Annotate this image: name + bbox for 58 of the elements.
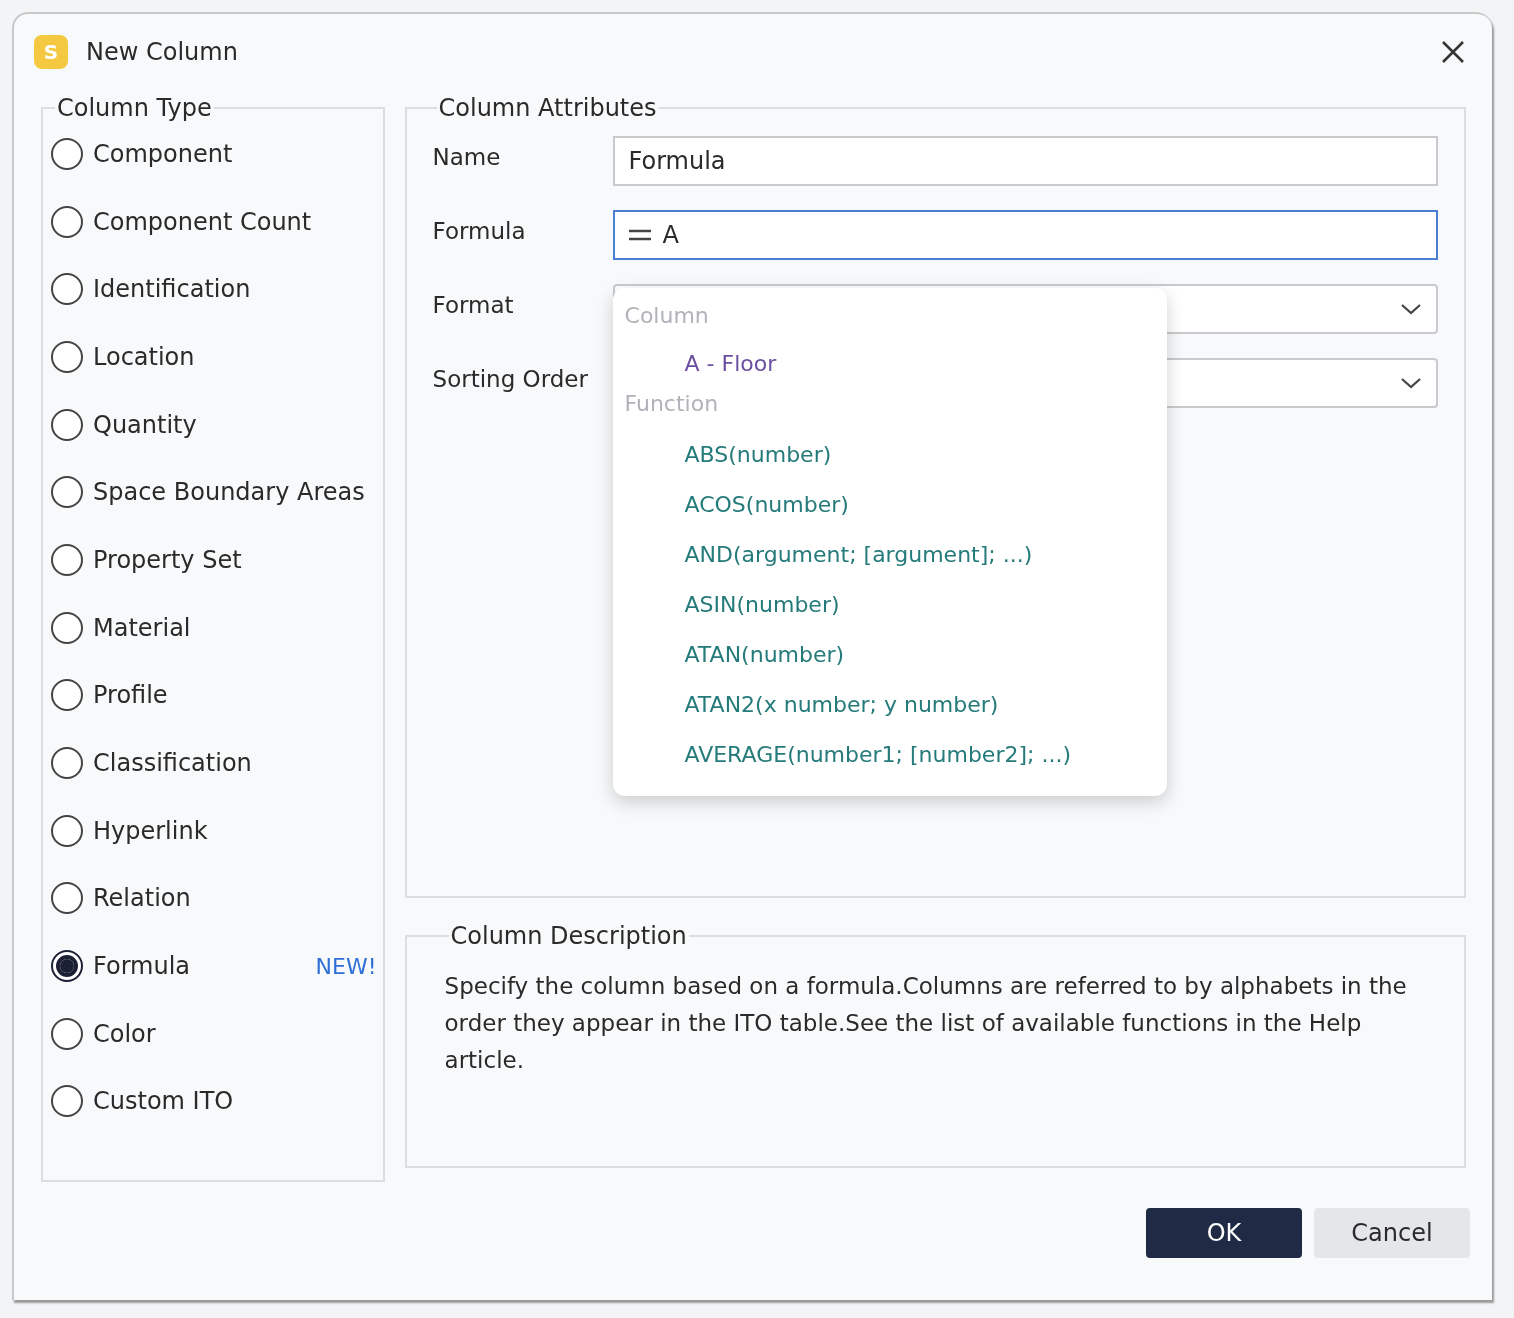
radio-button[interactable] (51, 1017, 83, 1050)
equals-icon (628, 228, 651, 242)
radio-label[interactable]: Profile (93, 677, 168, 714)
radio-button[interactable] (51, 543, 83, 576)
function-suggestion[interactable]: ATAN2(x number; y number) (612, 680, 1167, 730)
radio-label[interactable]: Custom ITO (93, 1083, 234, 1120)
radio-label[interactable]: Hyperlink (93, 812, 208, 849)
radio-button[interactable] (51, 1085, 83, 1118)
function-suggestion[interactable]: ABS(number) (612, 430, 1167, 480)
group-title: Column Attributes (437, 93, 658, 124)
radio-button[interactable] (51, 273, 83, 306)
group-title: Column Type (56, 93, 213, 124)
field-label: Name (432, 142, 502, 172)
window-title: New Column (86, 37, 238, 68)
radio-button[interactable] (51, 340, 83, 373)
radio-button[interactable] (51, 882, 83, 915)
radio-label[interactable]: Property Set (93, 541, 242, 578)
description-text: Specify the column based on a formula.Columns are referred to by alphabets in the order they appear in the ITO table.See the list of available functions in the Help article. (444, 972, 1408, 1075)
radio-label[interactable]: Color (93, 1015, 156, 1052)
chevron-down-icon (1400, 376, 1422, 390)
radio-label[interactable]: Formula (93, 948, 191, 985)
function-suggestion[interactable]: ASIN(number) (612, 580, 1167, 630)
radio-label[interactable]: Component Count (93, 203, 312, 240)
radio-label[interactable]: Location (93, 338, 195, 375)
radio-button[interactable] (51, 408, 83, 441)
radio-button[interactable] (51, 205, 83, 238)
radio-label[interactable]: Relation (93, 880, 191, 917)
radio-label[interactable]: Identification (93, 271, 251, 308)
group-title: Column Description (449, 921, 688, 952)
field-label: Formula (432, 216, 527, 246)
column-suggestion[interactable]: A - Floor (612, 342, 1167, 386)
field-label: Sorting Order (432, 364, 589, 394)
radio-button[interactable] (51, 137, 83, 170)
function-suggestion[interactable]: ACOS(number) (612, 480, 1167, 530)
function-suggestion[interactable]: AVERAGE(number1; [number2]; ...) (612, 730, 1167, 780)
radio-label[interactable]: Quantity (93, 406, 197, 443)
function-suggestion[interactable]: ATAN(number) (612, 630, 1167, 680)
radio-label[interactable]: Space Boundary Areas (93, 474, 365, 511)
group-heading: Column (623, 302, 710, 330)
radio-button[interactable] (51, 611, 83, 644)
radio-button[interactable] (51, 814, 83, 847)
radio-label[interactable]: Component (93, 135, 233, 172)
chevron-down-icon (1400, 302, 1422, 316)
radio-button[interactable] (51, 476, 83, 509)
radio-label[interactable]: Classification (93, 745, 252, 782)
group-heading: Function (623, 390, 720, 418)
new-label: NEW! (315, 952, 377, 981)
radio-button[interactable] (51, 747, 83, 780)
name-field[interactable]: Formula (612, 136, 1438, 186)
function-suggestion[interactable]: AND(argument; [argument]; ...) (612, 530, 1167, 580)
field-label: Format (432, 290, 515, 320)
radio-button[interactable] (51, 679, 83, 712)
cancel-button[interactable]: Cancel (1314, 1208, 1470, 1258)
ok-button[interactable]: OK (1146, 1208, 1302, 1258)
expression-input[interactable]: A (612, 210, 1438, 260)
app-logo-icon: S (34, 35, 68, 69)
radio-button[interactable] (51, 950, 83, 983)
radio-label[interactable]: Material (93, 609, 191, 646)
